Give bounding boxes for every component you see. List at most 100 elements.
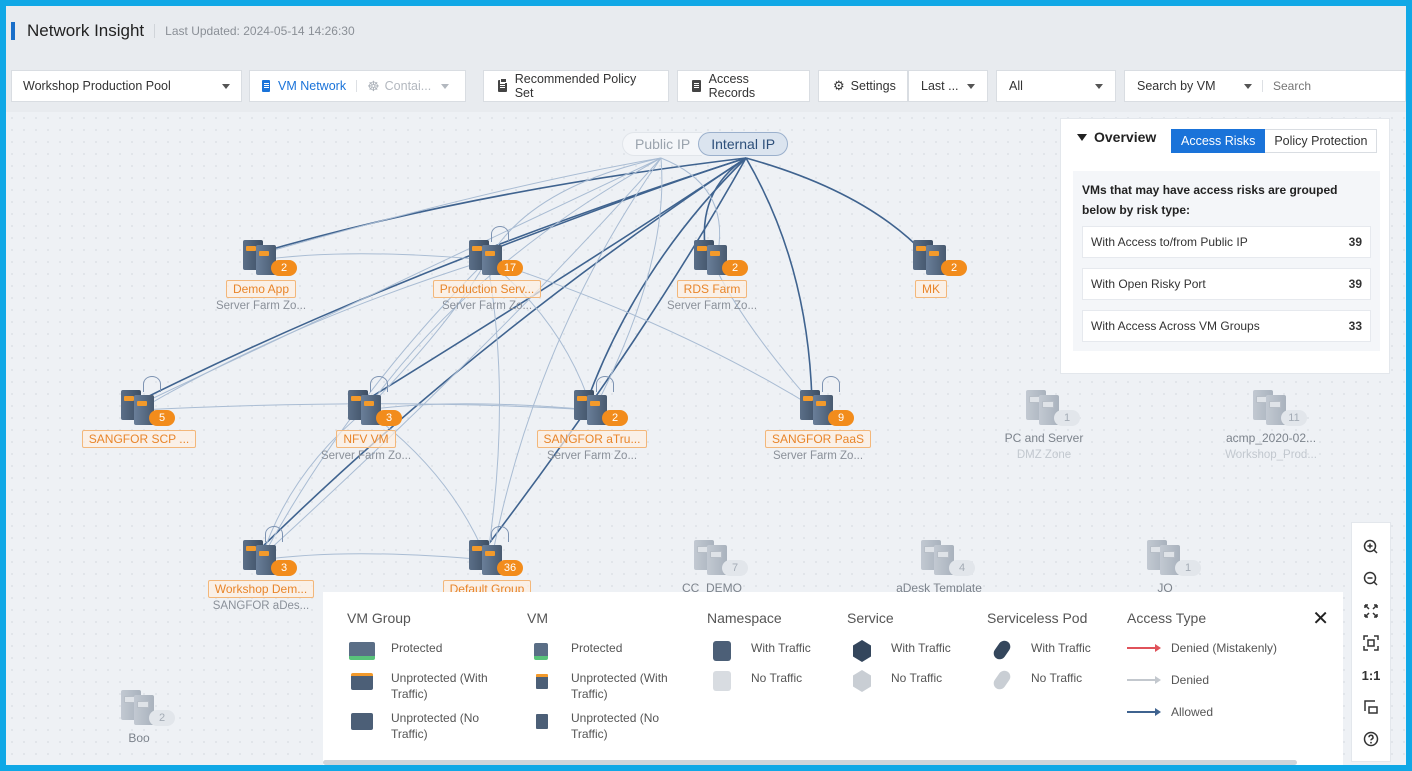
node-name: acmp_2020-02... [1225,431,1317,445]
time-range-select[interactable]: Last ... [908,70,988,102]
node-zone: Server Farm Zo... [320,450,412,462]
risk-count: 39 [1348,235,1362,249]
minimap-icon[interactable] [1352,691,1390,723]
vm-group-node[interactable]: 2 SANGFOR aTru... Server Farm Zo... [527,376,657,462]
document-icon [692,80,701,92]
access-records-button[interactable]: Access Records [677,70,810,102]
tab-policy-protection[interactable]: Policy Protection [1265,129,1378,153]
search-by-select[interactable]: Search by VM [1137,79,1253,93]
divider [1262,80,1263,92]
legend-heading: Serviceless Pod [987,610,1088,626]
settings-button[interactable]: ⚙ Settings [818,70,908,102]
legend-item: Protected [347,640,507,662]
help-icon[interactable] [1352,723,1390,755]
pool-select-value: Workshop Production Pool [23,79,171,93]
vm-group-node[interactable]: 2 MK [866,240,996,300]
focus-frame-icon[interactable] [1352,627,1390,659]
vm-group-node[interactable]: 2 Boo [74,690,204,749]
legend-label: Protected [571,641,623,655]
vm-group-icon: 1 [1022,390,1080,426]
legend-item: Allowed [1127,704,1287,720]
legend-label: Denied [1171,673,1210,687]
denied-arrow-icon [1127,676,1161,684]
legend-item: Denied [1127,672,1287,688]
vm-network-tab[interactable]: VM Network [262,79,346,93]
node-name: Boo [128,731,150,745]
chevron-down-icon [222,83,230,89]
legend-item: With Traffic [707,640,867,662]
vm-group-node[interactable]: 1 PC and Server DMZ Zone [979,390,1109,461]
vm-group-node[interactable]: 5 SANGFOR SCP ... [74,376,204,450]
legend-item: Unprotected (No Traffic) [347,710,507,742]
recommended-policy-button[interactable]: Recommended Policy Set [483,70,669,102]
node-name: RDS Farm [676,280,748,298]
search-input[interactable] [1273,79,1393,93]
zoom-in-icon[interactable] [1352,531,1390,563]
public-ip-button[interactable]: Public IP [622,132,703,156]
vm-group-node[interactable]: 4 aDesk Template [874,540,1004,599]
actual-size-button[interactable]: 1:1 [1352,659,1390,691]
vm-group-node[interactable]: 3 NFV VM Server Farm Zo... [301,376,431,462]
overview-toggle[interactable]: Overview [1077,129,1156,145]
filter-value: All [1009,79,1023,93]
vm-group-node[interactable]: 1 JO [1100,540,1230,599]
risk-label: With Access to/from Public IP [1091,235,1248,249]
internal-ip-button[interactable]: Internal IP [698,132,789,156]
vm-group-node[interactable]: 2 RDS Farm Server Farm Zo... [647,240,777,312]
tab-access-risks[interactable]: Access Risks [1171,129,1266,153]
legend-service: Service With Traffic No Traffic [847,610,1007,700]
container-tab[interactable]: ☸ Contai... [367,77,450,95]
legend-heading: Service [847,610,894,626]
vm-group-node[interactable]: 3 Workshop Dem... SANGFOR aDes... [196,526,326,612]
unprotected-traffic-group-icon [347,670,377,692]
fit-screen-icon[interactable] [1352,595,1390,627]
search-by-value: Search by VM [1137,79,1216,93]
vm-group-node[interactable]: 2 Demo App Server Farm Zo... [196,240,326,312]
vm-count-badge: 17 [497,260,523,276]
vm-count-badge: 3 [271,560,297,576]
vm-group-icon: 1 [1143,540,1201,576]
chevron-down-icon [1095,83,1103,89]
vm-count-badge: 1 [1175,560,1201,576]
node-name: Workshop Dem... [207,580,315,598]
node-zone: Server Farm Zo... [441,300,533,312]
legend-panel: ✕ VM Group Protected Unprotected (With T… [323,592,1343,765]
risk-row-risky-port[interactable]: With Open Risky Port 39 [1082,268,1371,300]
legend-item: Protected [527,640,687,662]
vm-group-icon: 7 [690,540,748,576]
access-link[interactable] [266,157,662,254]
filter-select[interactable]: All [996,70,1116,102]
legend-item: Unprotected (With Traffic) [527,670,687,702]
risk-row-public-ip[interactable]: With Access to/from Public IP 39 [1082,226,1371,258]
helm-icon: ☸ [367,77,380,94]
vm-group-icon: 9 [796,390,854,426]
vm-group-node[interactable]: 36 Default Group [422,526,552,600]
access-records-label: Access Records [708,72,756,100]
node-name: Demo App [225,280,297,298]
service-no-traffic-icon [847,670,877,692]
node-zone: Server Farm Zo... [546,450,638,462]
vm-group-node[interactable]: 9 SANGFOR PaaS Server Farm Zo... [753,376,883,462]
vm-group-node[interactable]: 17 Production Serv... Server Farm Zo... [422,226,552,312]
close-legend-button[interactable]: ✕ [1312,606,1329,631]
vm-count-badge: 5 [149,410,175,426]
unprotected-no-traffic-group-icon [347,710,377,732]
access-link[interactable] [266,157,662,553]
topology-canvas[interactable]: Public IP Internal IP 2 Demo App Server Fa… [6,112,1406,765]
node-zone: DMZ Zone [1016,449,1072,461]
legend-heading: Access Type [1127,610,1207,626]
node-zone: Server Farm Zo... [666,300,758,312]
vm-group-node[interactable]: 11 acmp_2020-02... Workshop_Prod... [1206,390,1336,461]
vm-group-icon: 5 [117,390,175,426]
horizontal-scrollbar[interactable] [323,760,1297,765]
access-link[interactable] [660,157,723,253]
legend-label: No Traffic [751,671,803,685]
vm-group-node[interactable]: 7 CC_DEMO [647,540,777,599]
risk-row-across-groups[interactable]: With Access Across VM Groups 33 [1082,310,1371,342]
pod-no-traffic-icon [987,668,1017,692]
zoom-out-icon[interactable] [1352,563,1390,595]
page-title: Network Insight [27,21,145,40]
node-name: Production Serv... [432,280,542,298]
pool-select[interactable]: Workshop Production Pool [11,70,242,102]
allowed-arrow-icon [1127,708,1161,716]
